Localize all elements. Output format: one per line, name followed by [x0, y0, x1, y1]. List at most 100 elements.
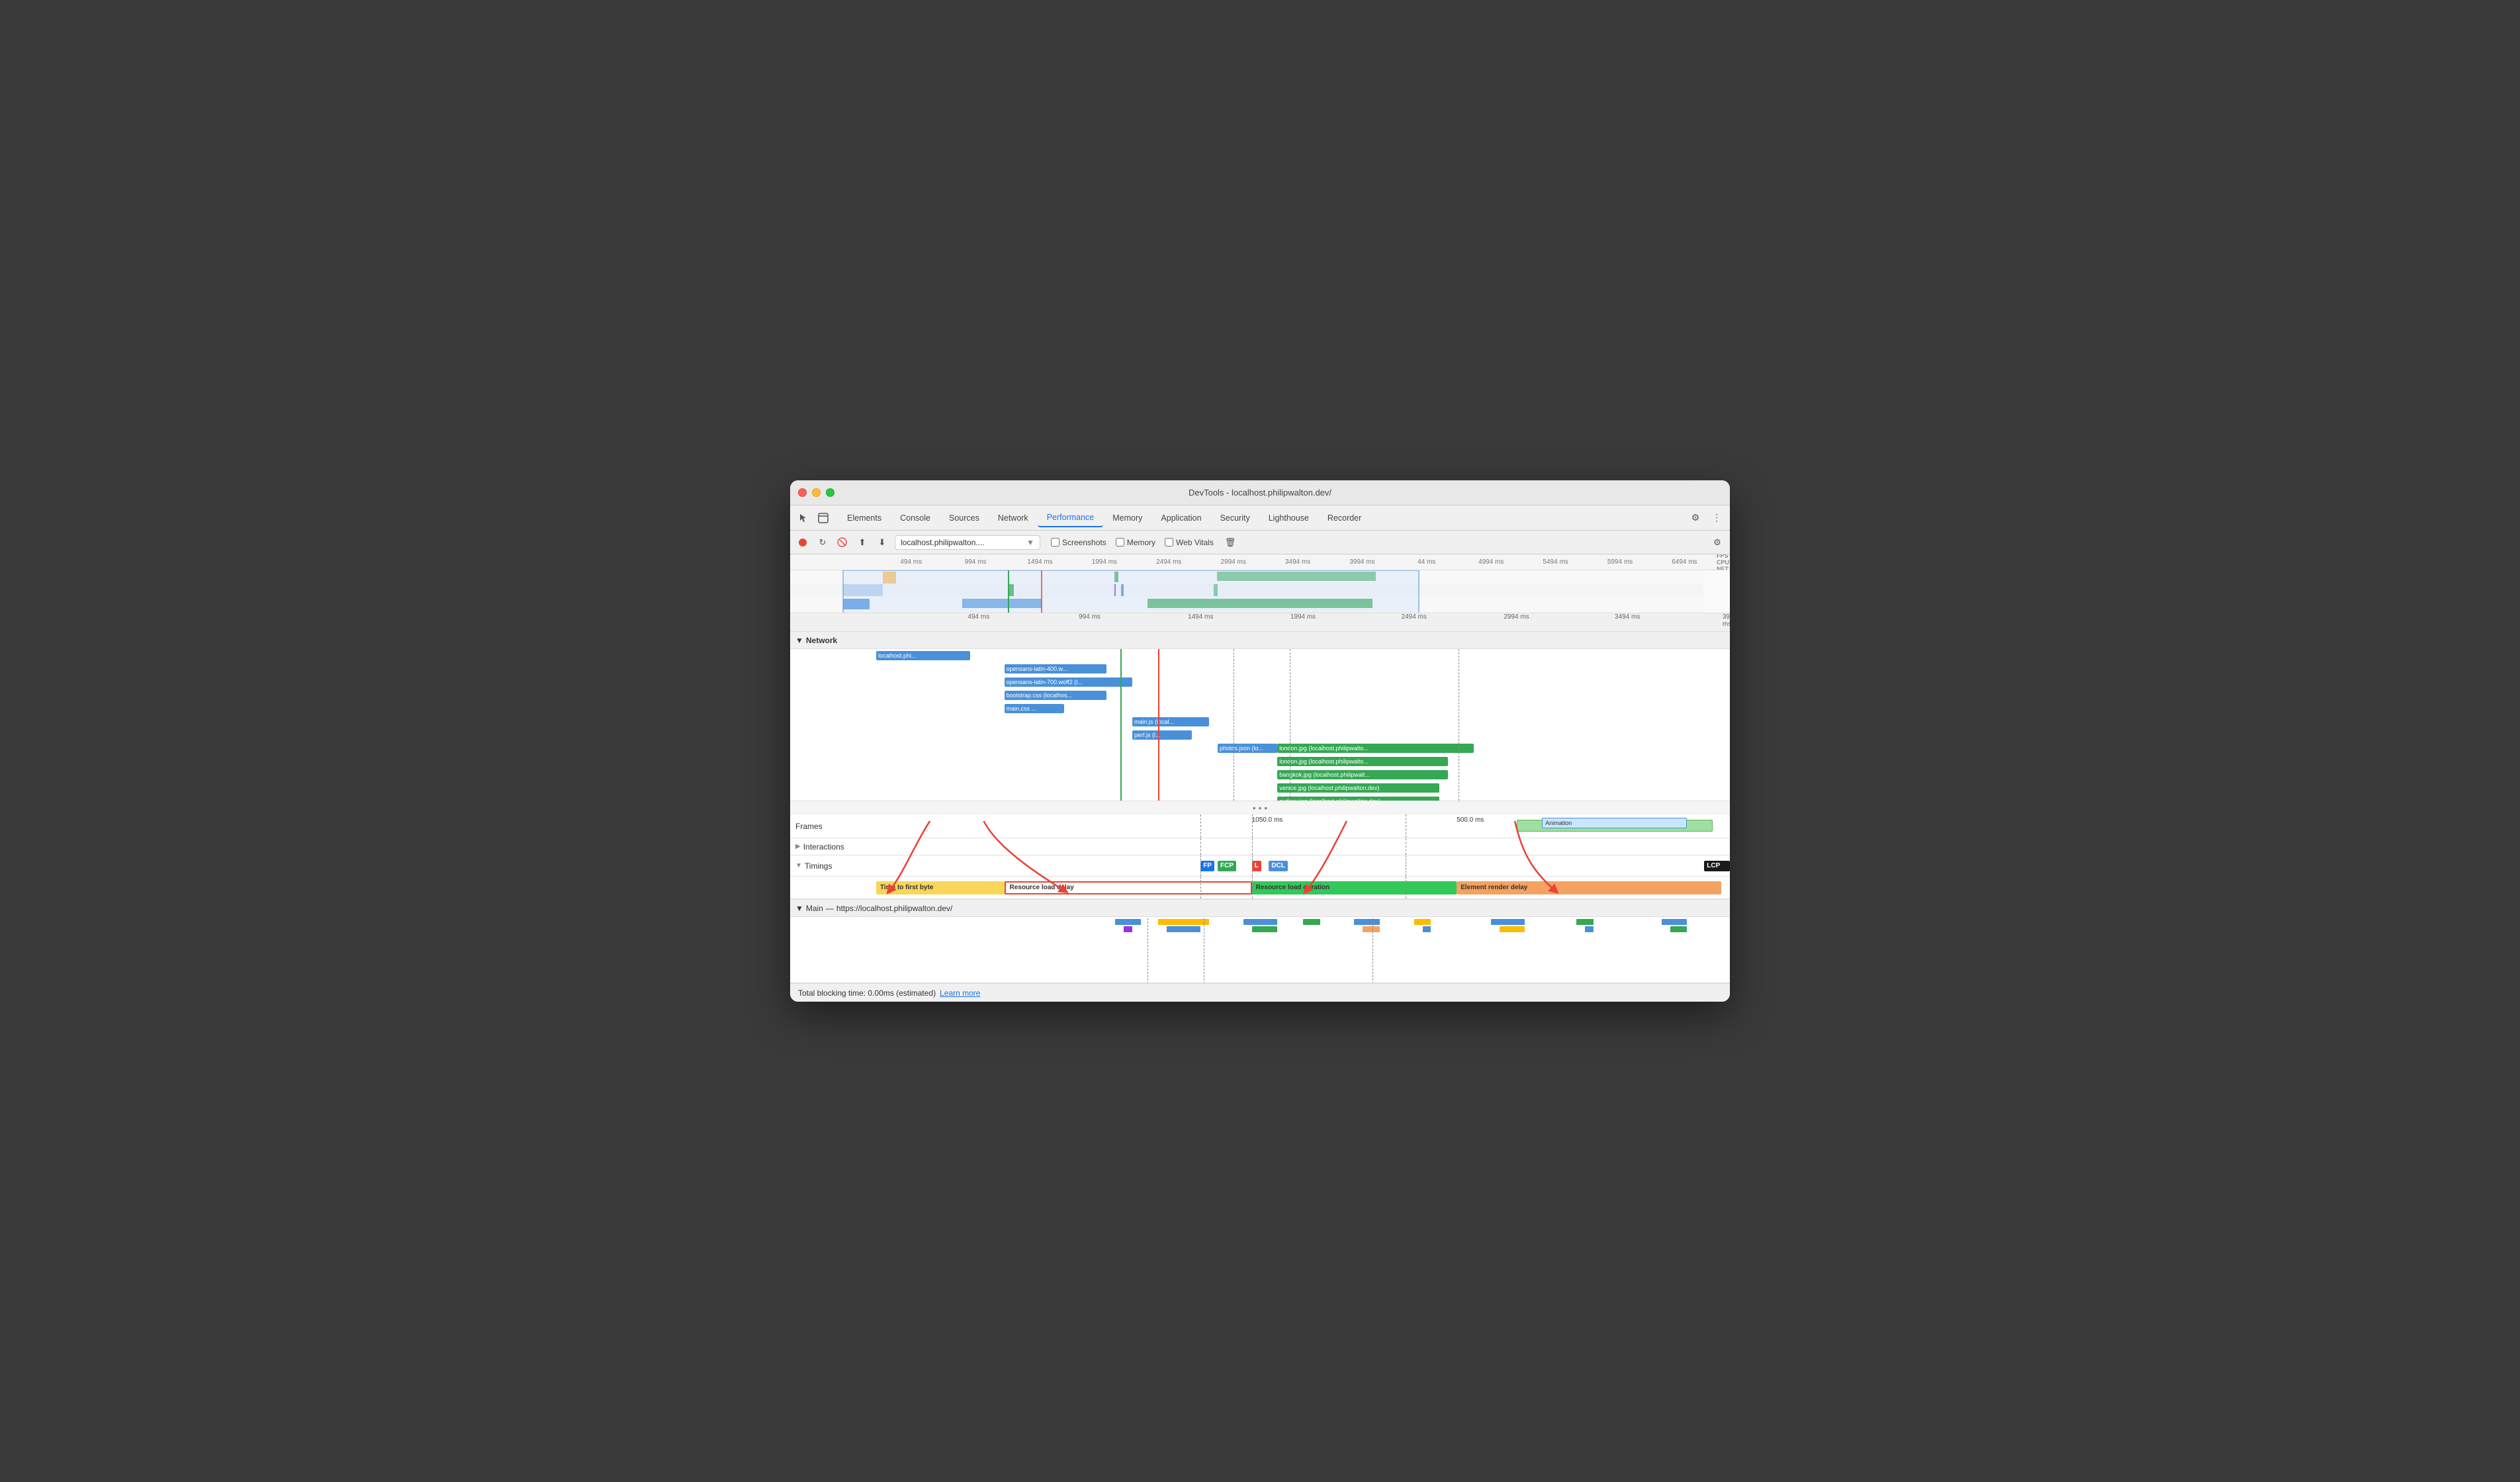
resource-load-delay-bar[interactable]: Resource load delay: [1005, 881, 1252, 894]
tab-security[interactable]: Security: [1211, 509, 1259, 527]
main-thread-area[interactable]: [790, 917, 1730, 983]
net-bar-bangkok[interactable]: bangkok.jpg (localhost.philipwalt...: [1277, 770, 1448, 779]
time-to-first-byte-bar[interactable]: Time to first byte: [876, 881, 1005, 894]
flame-task-12[interactable]: [1252, 926, 1278, 932]
dcl-badge[interactable]: DCL: [1269, 861, 1288, 871]
tab-elements[interactable]: Elements: [838, 509, 891, 527]
network-row-4[interactable]: main.css ...: [790, 702, 1730, 715]
close-button[interactable]: [798, 488, 807, 497]
network-row-7[interactable]: photos.json (lo... london.jpg (localhost…: [790, 742, 1730, 755]
settings-icon[interactable]: ⚙: [1688, 510, 1703, 526]
network-row-3[interactable]: bootstrap.css (localhos...: [790, 689, 1730, 702]
tab-sources[interactable]: Sources: [940, 509, 989, 527]
net-bar-venice[interactable]: venice.jpg (localhost.philipwalton.dev): [1277, 783, 1439, 793]
reload-icon[interactable]: ↻: [815, 535, 830, 550]
tab-network[interactable]: Network: [989, 509, 1038, 527]
flame-task-6[interactable]: [1491, 919, 1525, 925]
lcp-badge[interactable]: LCP: [1704, 861, 1730, 871]
frames-timing-500: 500.0 ms: [1457, 816, 1484, 824]
network-section-header[interactable]: ▼ Network: [790, 632, 1730, 649]
network-row-2[interactable]: opensans-latin-700.woff2 (l...: [790, 676, 1730, 689]
memory-check-input[interactable]: [1116, 538, 1124, 546]
web-vitals-checkbox[interactable]: Web Vitals: [1165, 538, 1214, 547]
main-section-header[interactable]: ▼ Main — https://localhost.philipwalton.…: [790, 900, 1730, 917]
maximize-button[interactable]: [826, 488, 834, 497]
detail-ruler-marks: 494 ms 994 ms 1494 ms 1994 ms 2494 ms 29…: [876, 613, 1730, 632]
flame-task-10[interactable]: [1124, 926, 1132, 932]
web-vitals-check-input[interactable]: [1165, 538, 1173, 546]
network-row-1[interactable]: opensans-latin-400.w...: [790, 662, 1730, 676]
network-row-11[interactable]: sydney.jpg (localhost.philipwalton.dev): [790, 795, 1730, 801]
ttfb-text: Time to first byte: [880, 884, 933, 891]
flame-task-17[interactable]: [1670, 926, 1688, 932]
download-icon[interactable]: ⬇: [875, 535, 889, 550]
network-row-0[interactable]: localhost.phi...: [790, 649, 1730, 662]
memory-checkbox[interactable]: Memory: [1116, 538, 1155, 547]
screenshots-label: Screenshots: [1062, 538, 1106, 547]
tab-application[interactable]: Application: [1151, 509, 1210, 527]
screenshots-checkbox[interactable]: Screenshots: [1051, 538, 1106, 547]
fcp-badge[interactable]: FCP: [1218, 861, 1236, 871]
flame-task-14[interactable]: [1423, 926, 1431, 932]
net-bar-london1[interactable]: london.jpg (localhost.philipwalto...: [1277, 744, 1474, 753]
overview-chart[interactable]: [790, 570, 1730, 613]
tab-recorder[interactable]: Recorder: [1318, 509, 1371, 527]
dropdown-icon[interactable]: ▼: [1026, 538, 1034, 547]
interactions-content: [876, 838, 1730, 855]
flame-task-11[interactable]: [1167, 926, 1201, 932]
tick-994: 994 ms: [1079, 613, 1101, 621]
net-bar-localhost[interactable]: localhost.phi...: [876, 651, 970, 660]
ruler-mark-7: 3994 ms: [1330, 558, 1394, 566]
flame-task-13[interactable]: [1363, 926, 1380, 932]
l-badge[interactable]: L: [1252, 861, 1261, 871]
network-row-6[interactable]: perf.js (l...: [790, 728, 1730, 742]
flame-task-7[interactable]: [1576, 919, 1594, 925]
flame-task-5[interactable]: [1414, 919, 1431, 925]
tab-console[interactable]: Console: [891, 509, 940, 527]
learn-more-link[interactable]: Learn more: [940, 988, 980, 998]
element-render-delay-bar[interactable]: Element render delay: [1457, 881, 1721, 894]
tab-memory[interactable]: Memory: [1103, 509, 1151, 527]
cursor-icon[interactable]: [795, 510, 811, 526]
frames-vdash-1: [1200, 814, 1201, 838]
flame-task-4[interactable]: [1354, 919, 1380, 925]
minimize-button[interactable]: [812, 488, 821, 497]
tab-performance[interactable]: Performance: [1038, 509, 1104, 527]
upload-icon[interactable]: ⬆: [855, 535, 870, 550]
flame-task-1[interactable]: [1158, 919, 1209, 925]
net-bar-sydney[interactable]: sydney.jpg (localhost.philipwalton.dev): [1277, 797, 1439, 801]
tab-lighthouse[interactable]: Lighthouse: [1259, 509, 1318, 527]
net-bar-london2[interactable]: london.jpg (localhost.philipwalto...: [1277, 757, 1448, 766]
flame-task-8[interactable]: [1662, 919, 1688, 925]
net-bar-mainjs[interactable]: main.js (local...: [1132, 717, 1209, 726]
fp-badge[interactable]: FP: [1200, 861, 1214, 871]
flame-task-2[interactable]: [1243, 919, 1278, 925]
screenshots-check-input[interactable]: [1051, 538, 1059, 546]
network-row-10[interactable]: venice.jpg (localhost.philipwalton.dev): [790, 781, 1730, 795]
flame-task-3[interactable]: [1303, 919, 1320, 925]
record-button[interactable]: [795, 535, 810, 550]
resource-load-duration-bar[interactable]: Resource load duration: [1252, 881, 1457, 894]
net-bar-photosjson[interactable]: photos.json (lo...: [1218, 744, 1277, 753]
net-bar-maincss[interactable]: main.css ...: [1005, 704, 1064, 713]
trash-icon[interactable]: 🗑: [1223, 535, 1238, 550]
net-bar-opensans700[interactable]: opensans-latin-700.woff2 (l...: [1005, 677, 1133, 687]
net-bar-bootstrap[interactable]: bootstrap.css (localhos...: [1005, 691, 1107, 700]
more-icon[interactable]: ⋮: [1709, 510, 1725, 526]
flame-task-0[interactable]: [1115, 919, 1141, 925]
net-bar-opensans400[interactable]: opensans-latin-400.w...: [1005, 664, 1107, 674]
overview-ruler: 494 ms 994 ms 1494 ms 1994 ms 2494 ms 29…: [790, 554, 1730, 570]
net-bar-perfjs[interactable]: perf.js (l...: [1132, 730, 1192, 740]
timings-label-col[interactable]: ▼ Timings: [790, 861, 876, 871]
flame-task-16[interactable]: [1585, 926, 1594, 932]
network-row-9[interactable]: bangkok.jpg (localhost.philipwalt...: [790, 768, 1730, 781]
interactions-label[interactable]: ▶ Interactions: [790, 842, 876, 851]
clear-icon[interactable]: 🚫: [835, 535, 850, 550]
flame-task-15[interactable]: [1500, 926, 1525, 932]
settings-performance-icon[interactable]: ⚙: [1710, 535, 1725, 550]
ruler-mark-3: 1994 ms: [1072, 558, 1136, 566]
dock-icon[interactable]: [815, 510, 831, 526]
lcp-breakdown-content: Time to first byte Resource load delay R…: [876, 877, 1730, 898]
network-row-8[interactable]: london.jpg (localhost.philipwalto...: [790, 755, 1730, 768]
network-row-5[interactable]: main.js (local...: [790, 715, 1730, 728]
